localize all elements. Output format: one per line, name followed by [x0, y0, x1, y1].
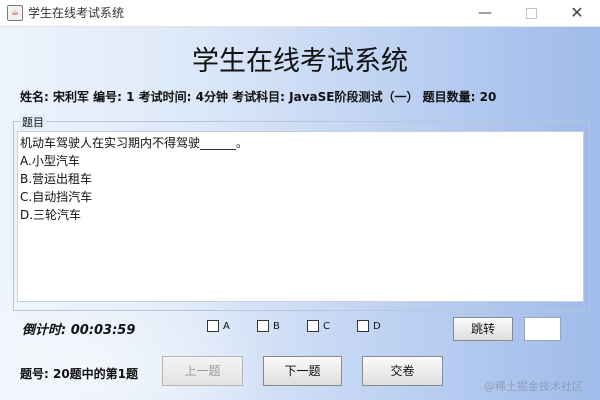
maximize-icon — [525, 7, 537, 19]
option-c-text: C.自动挡汽车 — [20, 190, 93, 204]
checkbox-b-box[interactable] — [257, 320, 269, 332]
next-question-button[interactable]: 下一题 — [263, 356, 342, 386]
question-group-label: 题目 — [20, 114, 46, 130]
jump-button[interactable]: 跳转 — [453, 317, 513, 341]
exam-panel: 学生在线考试系统 姓名: 宋利军 编号: 1 考试时间: 4分钟 考试科目: J… — [0, 27, 600, 400]
title-bar: ☕ 学生在线考试系统 — ✕ — [0, 0, 600, 27]
question-group: 题目 机动车驾驶人在实习期内不得驾驶______。 A.小型汽车 B.营运出租车… — [13, 114, 590, 311]
checkbox-c-box[interactable] — [307, 320, 319, 332]
checkbox-a-box[interactable] — [207, 320, 219, 332]
checkbox-a-label: A — [223, 321, 230, 332]
exam-info: 姓名: 宋利军 编号: 1 考试时间: 4分钟 考试科目: JavaSE阶段测试… — [20, 90, 497, 104]
checkbox-a[interactable]: A — [207, 320, 230, 332]
window-title: 学生在线考试系统 — [28, 6, 125, 20]
java-app-icon: ☕ — [7, 5, 23, 21]
question-progress: 题号: 20题中的第1题 — [20, 367, 139, 381]
checkbox-d[interactable]: D — [357, 320, 381, 332]
checkbox-c[interactable]: C — [307, 320, 330, 332]
checkbox-d-label: D — [373, 321, 381, 332]
submit-exam-button[interactable]: 交卷 — [362, 356, 443, 386]
close-button[interactable]: ✕ — [554, 0, 600, 26]
page-title: 学生在线考试系统 — [192, 46, 408, 77]
checkbox-b[interactable]: B — [257, 320, 280, 332]
option-d-text: D.三轮汽车 — [20, 208, 82, 222]
question-text-area[interactable]: 机动车驾驶人在实习期内不得驾驶______。 A.小型汽车 B.营运出租车 C.… — [17, 131, 584, 302]
previous-question-button[interactable]: 上一题 — [162, 356, 243, 386]
checkbox-c-label: C — [323, 321, 330, 332]
minimize-button[interactable]: — — [462, 0, 508, 26]
countdown-timer: 倒计时: 00:03:59 — [22, 323, 136, 338]
option-b-text: B.营运出租车 — [20, 172, 93, 186]
option-a-text: A.小型汽车 — [20, 154, 80, 168]
checkbox-d-box[interactable] — [357, 320, 369, 332]
question-text: 机动车驾驶人在实习期内不得驾驶______。 — [20, 136, 249, 150]
watermark: @稀土掘金技术社区 — [484, 380, 583, 393]
maximize-button[interactable] — [508, 0, 554, 26]
checkbox-b-label: B — [273, 321, 280, 332]
jump-question-input[interactable] — [524, 317, 561, 341]
